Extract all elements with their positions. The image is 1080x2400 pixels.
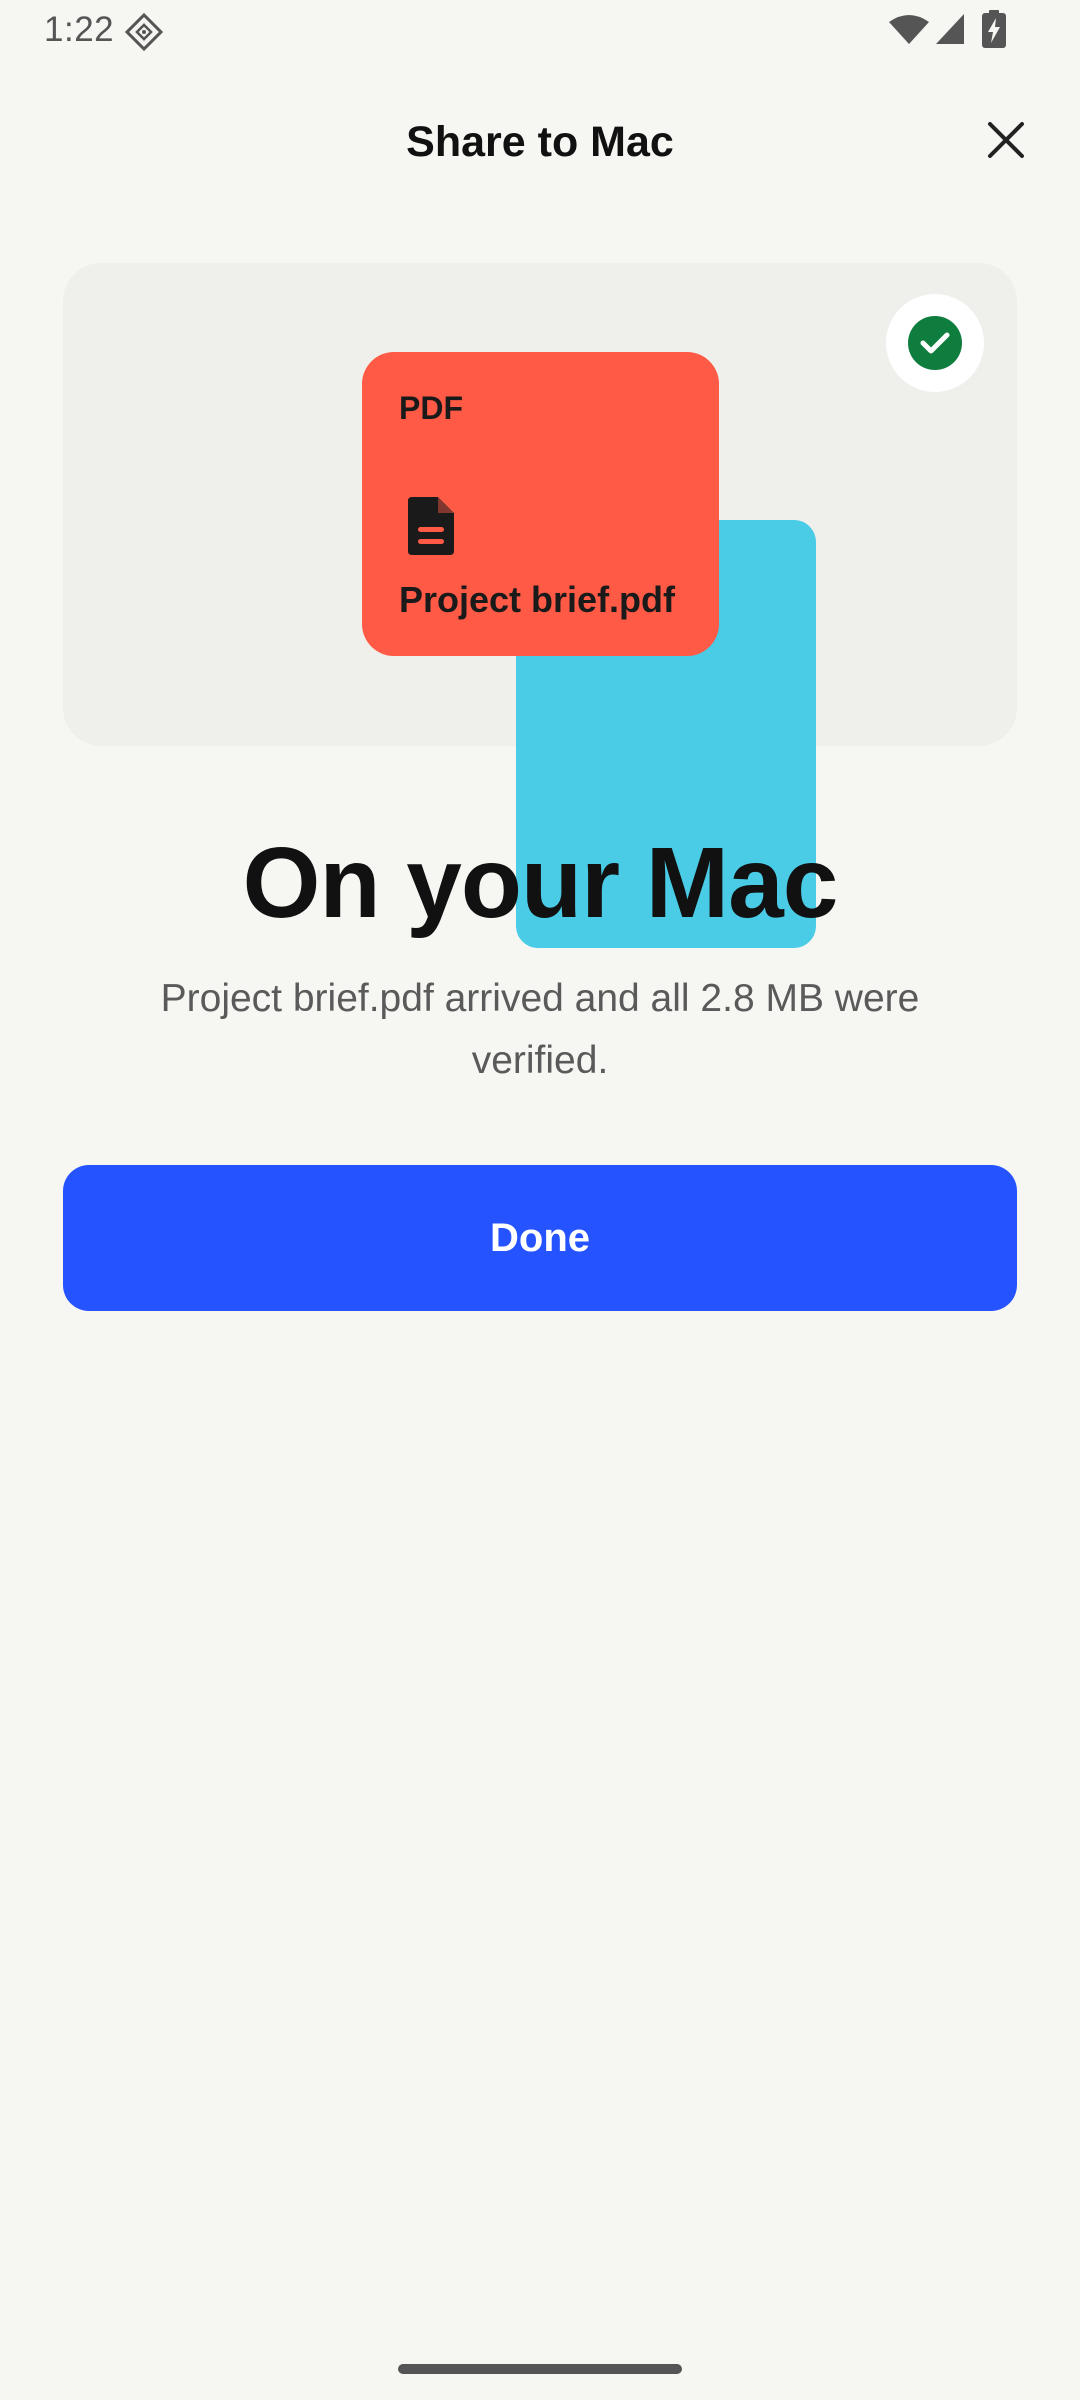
page-title: Share to Mac — [406, 118, 674, 166]
cell-signal-icon — [936, 14, 964, 44]
status-bar: 1:22 — [0, 0, 1080, 62]
file-front-card: PDF Project brief.pdf — [362, 352, 719, 656]
file-type-label: PDF — [399, 390, 463, 426]
battery-charging-icon — [982, 10, 1006, 48]
file-illustration-card: PDF Project brief.pdf — [63, 263, 1017, 948]
close-button[interactable] — [976, 110, 1036, 170]
app-notification-icon — [124, 12, 164, 52]
check-circle-icon — [908, 316, 962, 370]
done-button[interactable]: Done — [63, 1165, 1017, 1311]
file-name-label: Project brief.pdf — [399, 579, 676, 620]
wifi-icon — [889, 15, 929, 44]
screen: 1:22 Share to Mac PDF Project brief.pdf … — [0, 0, 1080, 2400]
document-icon — [408, 497, 454, 555]
success-badge — [886, 294, 984, 392]
main-heading: On your Mac — [242, 827, 839, 939]
status-time: 1:22 — [44, 10, 115, 49]
close-icon — [988, 122, 1024, 158]
subtitle: Project brief.pdf arrived and all 2.8 MB… — [160, 977, 920, 1082]
home-indicator[interactable] — [398, 2364, 682, 2374]
